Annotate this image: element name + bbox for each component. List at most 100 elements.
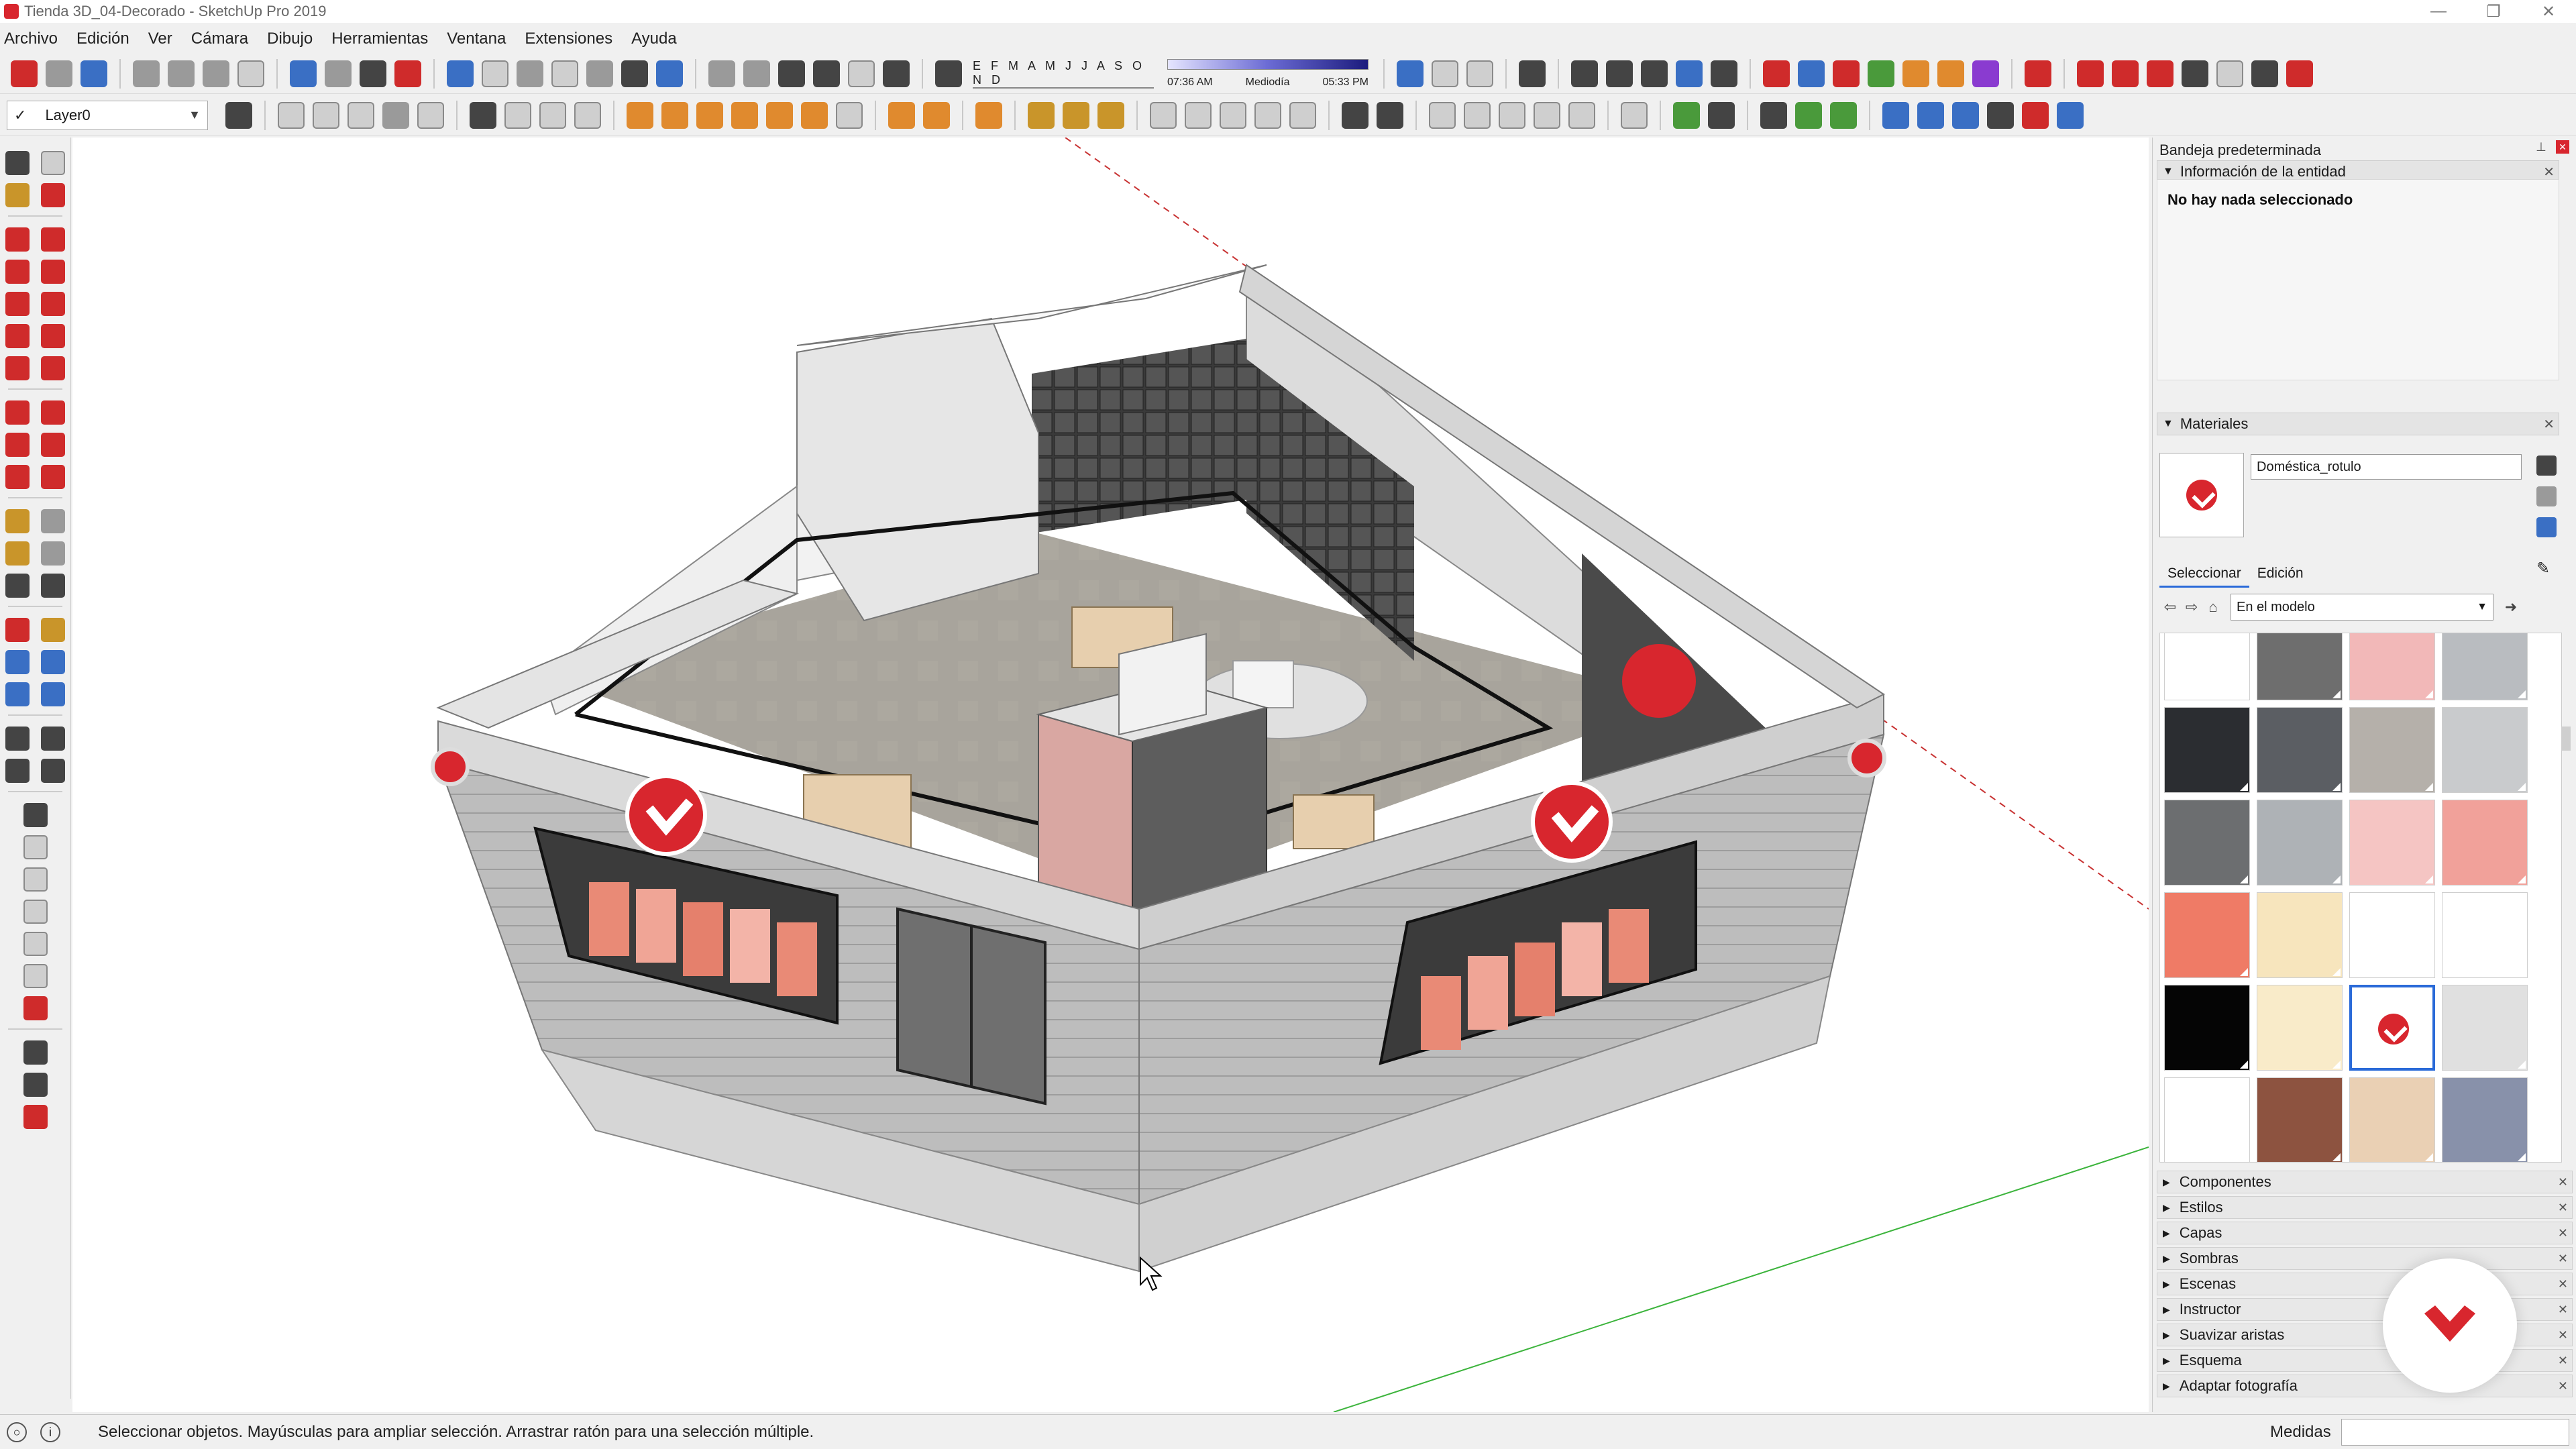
panel-close-icon[interactable]: ✕ <box>2558 1201 2568 1215</box>
intersect-icon[interactable] <box>1464 101 1491 129</box>
pie-icon[interactable] <box>731 101 758 129</box>
material-swatch[interactable] <box>2442 892 2528 978</box>
group-icon[interactable] <box>1342 101 1368 129</box>
tool-extra-icon[interactable] <box>2147 60 2174 87</box>
tool-extra-icon[interactable] <box>2182 60 2208 87</box>
plugin-icon[interactable] <box>1795 101 1822 129</box>
material-swatch[interactable] <box>2257 800 2343 885</box>
rotated-rectangle-icon[interactable] <box>40 260 65 284</box>
iso-view-icon[interactable] <box>708 60 735 87</box>
collection-select[interactable]: En el modelo ▼ <box>2231 594 2493 621</box>
create-material-icon[interactable] <box>2536 455 2557 476</box>
panel-close-icon[interactable]: ✕ <box>2558 1328 2568 1342</box>
material-swatch[interactable] <box>2349 985 2435 1071</box>
push-pull-icon[interactable] <box>40 400 65 425</box>
lasso-icon[interactable] <box>225 101 252 129</box>
save-icon[interactable] <box>80 60 107 87</box>
sandbox-contours-icon[interactable] <box>1150 101 1177 129</box>
arc-icon[interactable] <box>801 101 828 129</box>
monochrome-icon[interactable] <box>656 60 683 87</box>
shaded-icon[interactable] <box>586 60 613 87</box>
hidden-line-icon[interactable] <box>551 60 578 87</box>
sandbox-scratch-icon[interactable] <box>23 835 48 859</box>
sandbox-icon[interactable] <box>1763 60 1790 87</box>
paint-bucket-icon[interactable] <box>5 183 30 207</box>
erase-icon[interactable] <box>237 60 264 87</box>
component-icon[interactable] <box>1377 101 1403 129</box>
subtract-icon[interactable] <box>1534 101 1560 129</box>
tape-measure-icon[interactable] <box>5 509 30 533</box>
material-swatch[interactable] <box>2257 633 2343 700</box>
pan-icon[interactable] <box>40 618 65 642</box>
arc-icon[interactable] <box>5 324 30 348</box>
menu-ventana[interactable]: Ventana <box>447 30 506 48</box>
style-builder-icon[interactable] <box>1621 101 1648 129</box>
panel-close-icon[interactable]: ✕ <box>2558 1277 2568 1291</box>
restore-icon[interactable]: ❐ <box>2466 2 2521 21</box>
panel-close-icon[interactable]: ✕ <box>2543 416 2555 433</box>
menu-archivo[interactable]: Archivo <box>4 30 58 48</box>
walk-icon[interactable] <box>1432 60 1458 87</box>
extension-icon[interactable] <box>23 1073 48 1097</box>
plugin-icon[interactable] <box>1830 101 1857 129</box>
zoom-extents-icon[interactable] <box>5 682 30 706</box>
walk-icon[interactable] <box>5 759 30 783</box>
redo-icon[interactable] <box>325 60 352 87</box>
position-camera-icon[interactable] <box>1397 60 1424 87</box>
protractor-icon[interactable] <box>539 101 566 129</box>
shadow-date-slider[interactable]: E F M A M J J A S O N D <box>973 59 1154 89</box>
tool-extra-icon[interactable] <box>2077 60 2104 87</box>
details-arrow-icon[interactable]: ➜ <box>2500 596 2522 618</box>
cut-icon[interactable] <box>133 60 160 87</box>
material-swatch[interactable] <box>2164 707 2250 793</box>
polygon-icon[interactable] <box>40 292 65 316</box>
section-plane-icon[interactable] <box>40 759 65 783</box>
smoove-icon[interactable] <box>23 867 48 892</box>
make-component-icon[interactable] <box>40 151 65 175</box>
material-swatch[interactable] <box>2442 985 2528 1071</box>
layer-select[interactable]: ✓ Layer0 ▼ <box>7 100 208 130</box>
circle-icon[interactable] <box>5 292 30 316</box>
top-view-icon[interactable] <box>743 60 770 87</box>
undo-icon[interactable] <box>290 60 317 87</box>
solid-subtract-icon[interactable] <box>1868 60 1894 87</box>
arc-3pt-icon[interactable] <box>5 356 30 380</box>
default-material-icon[interactable] <box>2536 486 2557 506</box>
xray-icon[interactable] <box>447 60 474 87</box>
back-edges-icon[interactable] <box>482 60 508 87</box>
panel-header-2[interactable]: ▶ Capas ✕ <box>2157 1222 2573 1244</box>
eyedropper-icon[interactable]: ✎ <box>2536 559 2557 579</box>
shadow-time-slider[interactable]: 07:36 AM Mediodía 05:33 PM <box>1167 58 1368 89</box>
sandbox-scratch-icon[interactable] <box>1185 101 1212 129</box>
mirror-icon[interactable] <box>975 101 1002 129</box>
material-swatch[interactable] <box>2164 633 2250 700</box>
sub-icon[interactable] <box>1952 101 1979 129</box>
rotate-icon[interactable] <box>5 433 30 457</box>
panel-close-icon[interactable]: ✕ <box>2558 1252 2568 1266</box>
push-pull-icon[interactable] <box>313 101 339 129</box>
material-swatch[interactable] <box>2442 1077 2528 1162</box>
panel-close-icon[interactable]: ✕ <box>2558 1354 2568 1368</box>
xyz-icon[interactable] <box>1917 101 1944 129</box>
zoom-window-icon[interactable] <box>40 650 65 674</box>
line-icon[interactable] <box>5 227 30 252</box>
tray-close-icon[interactable]: ✕ <box>2556 140 2569 154</box>
sample-paint-icon[interactable] <box>2536 517 2557 537</box>
move-icon[interactable] <box>5 400 30 425</box>
extension-manager-icon[interactable] <box>1711 60 1737 87</box>
paste-icon[interactable] <box>203 60 229 87</box>
warehouse-icon[interactable] <box>1571 60 1598 87</box>
color-picker-icon[interactable] <box>1673 101 1700 129</box>
extension-warehouse-icon[interactable] <box>1676 60 1703 87</box>
dimension-icon[interactable] <box>40 509 65 533</box>
tab-edicion[interactable]: Edición <box>2249 561 2312 588</box>
tab-seleccionar[interactable]: Seleccionar <box>2159 561 2249 588</box>
drape-icon[interactable] <box>23 932 48 956</box>
tool-extra-icon[interactable] <box>2112 60 2139 87</box>
solid-union-icon[interactable] <box>1798 60 1825 87</box>
info-icon[interactable]: i <box>40 1421 60 1442</box>
solid-inspector-icon[interactable] <box>1972 60 1999 87</box>
rectangle-icon[interactable] <box>5 260 30 284</box>
trim-icon[interactable] <box>1568 101 1595 129</box>
material-swatch[interactable] <box>2257 1077 2343 1162</box>
